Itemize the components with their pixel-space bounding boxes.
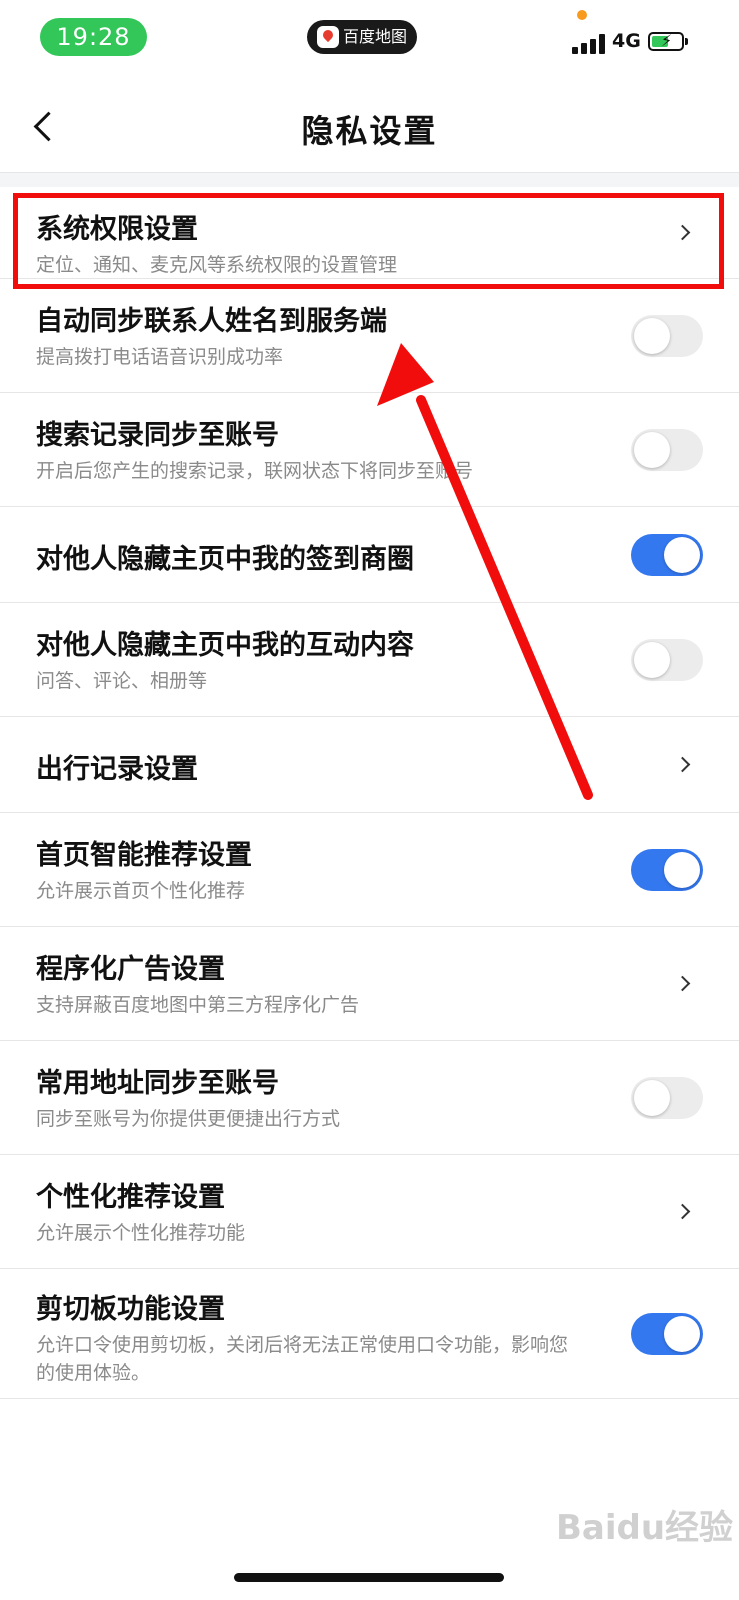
- toggle-switch[interactable]: [631, 639, 703, 681]
- toggle-knob: [634, 1080, 670, 1116]
- toggle-knob: [664, 1316, 700, 1352]
- watermark-logo: Baidu经验: [556, 1508, 734, 1548]
- settings-row[interactable]: 个性化推荐设置允许展示个性化推荐功能: [0, 1155, 739, 1269]
- settings-row-title: 个性化推荐设置: [36, 1182, 225, 1213]
- settings-row-subtitle: 开启后您产生的搜索记录，联网状态下将同步至账号: [36, 460, 474, 482]
- toggle-knob: [664, 537, 700, 573]
- toggle-knob: [634, 642, 670, 678]
- settings-row-title: 对他人隐藏主页中我的互动内容: [36, 630, 414, 661]
- chevron-right-icon[interactable]: [677, 1206, 691, 1220]
- settings-row[interactable]: 出行记录设置: [0, 717, 739, 813]
- app-indicator-label: 百度地图: [343, 27, 408, 46]
- settings-row-title: 常用地址同步至账号: [36, 1068, 279, 1099]
- network-type: 4G: [612, 30, 641, 52]
- settings-row-title: 搜索记录同步至账号: [36, 420, 279, 451]
- battery-charging-icon: ⚡: [648, 31, 688, 51]
- settings-row[interactable]: 搜索记录同步至账号开启后您产生的搜索记录，联网状态下将同步至账号: [0, 393, 739, 507]
- settings-row-subtitle: 允许展示个性化推荐功能: [36, 1222, 246, 1244]
- settings-row[interactable]: 自动同步联系人姓名到服务端提高拨打电话语音识别成功率: [0, 279, 739, 393]
- settings-row-title: 程序化广告设置: [36, 954, 225, 985]
- settings-row-subtitle: 允许口令使用剪切板，关闭后将无法正常使用口令功能，影响您的使用体验。: [36, 1334, 569, 1384]
- chevron-right-icon[interactable]: [677, 759, 691, 773]
- status-bar: 19:28 百度地图 4G ⚡: [0, 0, 739, 80]
- settings-row-subtitle: 问答、评论、相册等: [36, 670, 208, 692]
- settings-row-subtitle: 支持屏蔽百度地图中第三方程序化广告: [36, 994, 360, 1016]
- settings-row[interactable]: 对他人隐藏主页中我的签到商圈: [0, 507, 739, 603]
- mic-in-use-dot-icon: [577, 10, 587, 20]
- app-indicator-pill[interactable]: 百度地图: [307, 20, 417, 54]
- nav-bar: 隐私设置: [0, 80, 739, 173]
- toggle-switch[interactable]: [631, 429, 703, 471]
- toggle-switch[interactable]: [631, 1077, 703, 1119]
- settings-row[interactable]: 剪切板功能设置允许口令使用剪切板，关闭后将无法正常使用口令功能，影响您的使用体验…: [0, 1269, 739, 1399]
- settings-row[interactable]: 常用地址同步至账号同步至账号为你提供更便捷出行方式: [0, 1041, 739, 1155]
- toggle-switch[interactable]: [631, 315, 703, 357]
- settings-row-subtitle: 允许展示首页个性化推荐: [36, 880, 246, 902]
- toggle-knob: [634, 432, 670, 468]
- settings-row[interactable]: 程序化广告设置支持屏蔽百度地图中第三方程序化广告: [0, 927, 739, 1041]
- settings-row[interactable]: 对他人隐藏主页中我的互动内容问答、评论、相册等: [0, 603, 739, 717]
- settings-list: 系统权限设置 定位、通知、麦克风等系统权限的设置管理 自动同步联系人姓名到服务端 提高…: [0, 187, 739, 1399]
- cellular-signal-icon: [572, 32, 608, 54]
- baidu-map-logo-icon: [317, 26, 339, 48]
- toggle-switch[interactable]: [631, 849, 703, 891]
- toggle-switch[interactable]: [631, 1313, 703, 1355]
- settings-row-subtitle: 提高拨打电话语音识别成功率: [36, 346, 284, 368]
- settings-row-subtitle: 同步至账号为你提供更便捷出行方式: [36, 1108, 341, 1130]
- settings-row-title: 对他人隐藏主页中我的签到商圈: [36, 544, 414, 575]
- chevron-right-icon[interactable]: [677, 978, 691, 992]
- toggle-knob: [634, 318, 670, 354]
- settings-row-title: 首页智能推荐设置: [36, 840, 252, 871]
- settings-row-title: 剪切板功能设置: [36, 1294, 225, 1325]
- status-time: 19:28: [40, 18, 147, 56]
- section-divider: [0, 173, 739, 187]
- highlight-box-annotation: [13, 193, 724, 289]
- toggle-knob: [664, 852, 700, 888]
- page-title: 隐私设置: [301, 112, 438, 150]
- toggle-switch[interactable]: [631, 534, 703, 576]
- home-indicator[interactable]: [234, 1573, 504, 1582]
- settings-row[interactable]: 首页智能推荐设置允许展示首页个性化推荐: [0, 813, 739, 927]
- settings-row-title: 自动同步联系人姓名到服务端: [36, 306, 387, 337]
- settings-row-title: 出行记录设置: [36, 754, 198, 785]
